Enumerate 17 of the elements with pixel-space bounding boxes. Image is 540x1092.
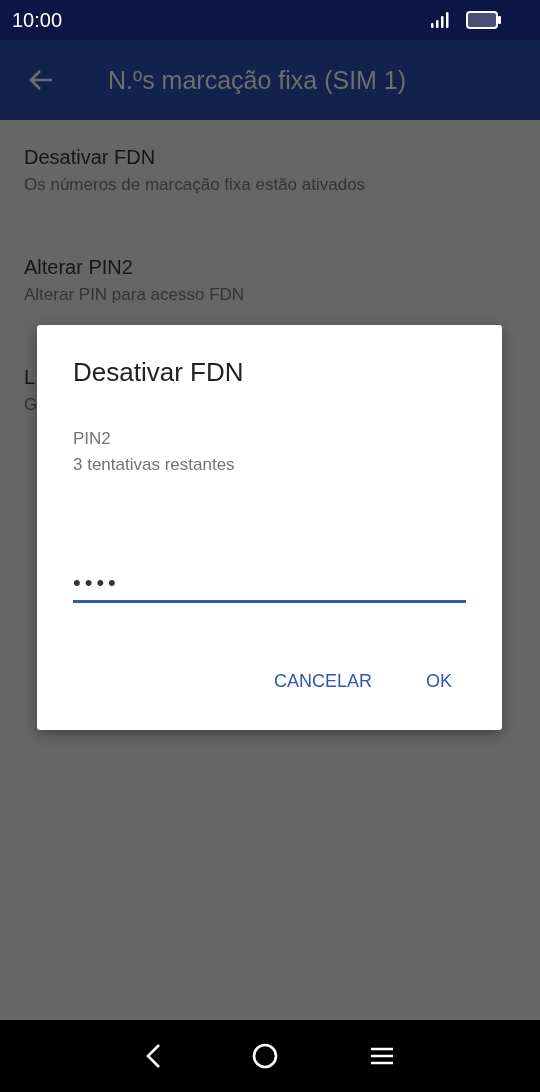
item-title: Desativar FDN <box>24 146 156 169</box>
battery-icon <box>466 11 502 29</box>
screen-title: N.ºs marcação fixa (SIM 1) <box>108 65 407 95</box>
item-title: L <box>24 366 36 389</box>
item-title: Alterar PIN2 <box>24 256 133 279</box>
dialog-button[interactable]: OK <box>412 665 466 698</box>
signal-icon <box>430 12 450 28</box>
back-arrow-icon[interactable] <box>28 68 54 92</box>
dialog-button[interactable]: CANCELAR <box>259 665 386 698</box>
attempts-hint: 3 tentativas restantes <box>73 454 236 476</box>
home-icon[interactable] <box>252 1043 278 1069</box>
menu-icon[interactable] <box>368 1046 395 1066</box>
clock: 10:00 <box>12 8 64 32</box>
pin-field[interactable]: •••• <box>73 570 466 603</box>
field-label: PIN2 <box>73 428 112 450</box>
dialog-title: Desativar FDN <box>73 357 245 388</box>
back-icon[interactable] <box>145 1043 162 1069</box>
